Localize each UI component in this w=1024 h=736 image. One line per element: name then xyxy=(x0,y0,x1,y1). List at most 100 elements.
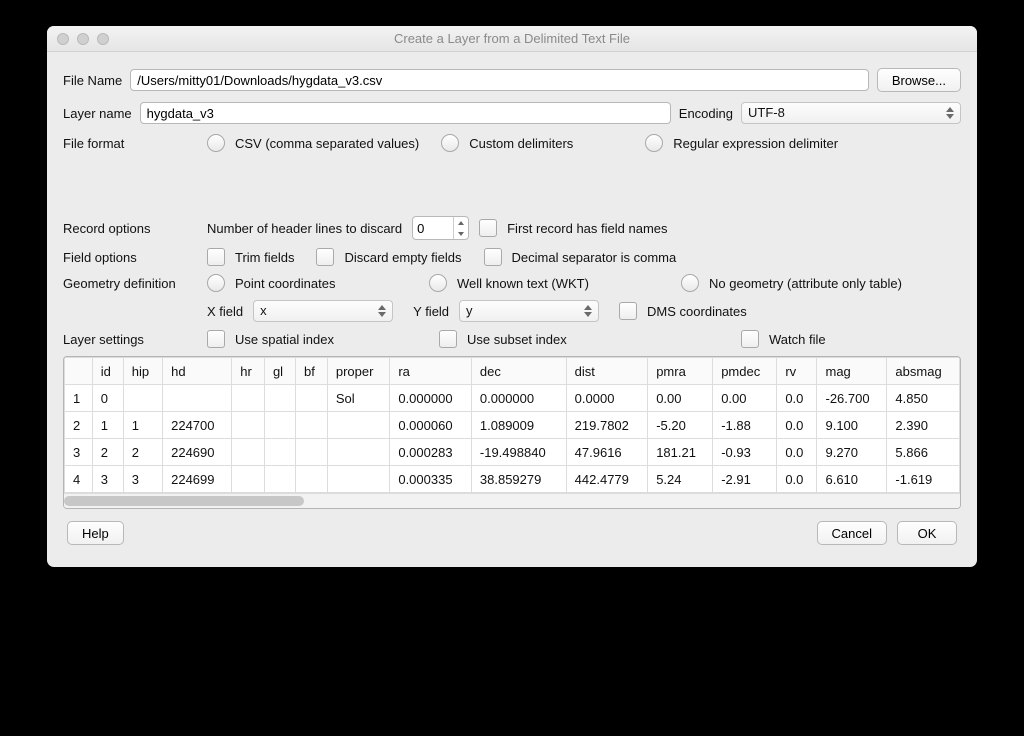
radio-point-coords[interactable] xyxy=(207,274,225,292)
table-cell: 1 xyxy=(65,385,93,412)
column-header[interactable]: dec xyxy=(471,358,566,385)
table-cell: 0.0 xyxy=(777,385,817,412)
chevron-down-icon xyxy=(378,312,386,317)
record-options-row: Record options Number of header lines to… xyxy=(63,216,961,240)
column-header[interactable]: proper xyxy=(327,358,389,385)
table-cell: 0 xyxy=(92,385,123,412)
column-header[interactable]: ra xyxy=(390,358,472,385)
geometry-definition-row: Geometry definition Point coordinates We… xyxy=(63,274,961,292)
column-header[interactable]: pmdec xyxy=(713,358,777,385)
check-dms-coordinates[interactable] xyxy=(619,302,637,320)
check-spatial-index[interactable] xyxy=(207,330,225,348)
column-header[interactable]: bf xyxy=(295,358,327,385)
column-header[interactable]: dist xyxy=(566,358,648,385)
scrollbar-thumb[interactable] xyxy=(64,496,304,506)
radio-regex-delim[interactable] xyxy=(645,134,663,152)
table-cell xyxy=(295,412,327,439)
table-cell: -0.93 xyxy=(713,439,777,466)
table-cell: 0.000335 xyxy=(390,466,472,493)
file-name-row: File Name Browse... xyxy=(63,68,961,92)
table-cell: 219.7802 xyxy=(566,412,648,439)
layer-name-label: Layer name xyxy=(63,106,132,121)
discard-lines-input[interactable] xyxy=(413,221,453,236)
table-cell: 0.000283 xyxy=(390,439,472,466)
titlebar: Create a Layer from a Delimited Text Fil… xyxy=(47,26,977,52)
browse-button[interactable]: Browse... xyxy=(877,68,961,92)
table-cell: 224690 xyxy=(163,439,232,466)
table-row[interactable]: 4332246990.00033538.859279442.47795.24-2… xyxy=(65,466,960,493)
field-options-label: Field options xyxy=(63,250,193,265)
table-row[interactable]: 3222246900.000283-19.49884047.9616181.21… xyxy=(65,439,960,466)
chevron-up-icon xyxy=(584,305,592,310)
spinner-down-icon[interactable] xyxy=(454,228,468,239)
record-options-label: Record options xyxy=(63,221,193,236)
decimal-comma-label: Decimal separator is comma xyxy=(512,250,677,265)
spinner-up-icon[interactable] xyxy=(454,217,468,228)
subset-index-label: Use subset index xyxy=(467,332,567,347)
file-format-label: File format xyxy=(63,136,193,151)
column-header[interactable]: gl xyxy=(264,358,295,385)
table-cell: 181.21 xyxy=(648,439,713,466)
column-header[interactable]: hr xyxy=(232,358,265,385)
preview-table: idhiphdhrglbfproperradecdistpmrapmdecrvm… xyxy=(64,357,960,493)
horizontal-scrollbar[interactable] xyxy=(64,493,960,508)
ok-button[interactable]: OK xyxy=(897,521,957,545)
dms-label: DMS coordinates xyxy=(647,304,747,319)
radio-regex-label: Regular expression delimiter xyxy=(673,136,838,151)
layer-settings-row: Layer settings Use spatial index Use sub… xyxy=(63,330,961,348)
table-cell: 0.000060 xyxy=(390,412,472,439)
radio-custom-delim[interactable] xyxy=(441,134,459,152)
column-header[interactable]: mag xyxy=(817,358,887,385)
discard-lines-spinner[interactable] xyxy=(412,216,469,240)
table-cell: 2.390 xyxy=(887,412,960,439)
radio-csv[interactable] xyxy=(207,134,225,152)
table-row[interactable]: 2112247000.0000601.089009219.7802-5.20-1… xyxy=(65,412,960,439)
wkt-label: Well known text (WKT) xyxy=(457,276,589,291)
table-cell: 2 xyxy=(92,439,123,466)
xy-field-row: X field x Y field y DMS coordinates xyxy=(63,300,961,322)
column-header[interactable]: rv xyxy=(777,358,817,385)
radio-no-geometry[interactable] xyxy=(681,274,699,292)
help-button[interactable]: Help xyxy=(67,521,124,545)
column-header[interactable]: hd xyxy=(163,358,232,385)
file-name-input[interactable] xyxy=(130,69,869,91)
spatial-index-label: Use spatial index xyxy=(235,332,334,347)
table-row[interactable]: 10Sol0.0000000.0000000.00000.000.000.0-2… xyxy=(65,385,960,412)
table-cell: 3 xyxy=(123,466,162,493)
xfield-select[interactable]: x xyxy=(253,300,393,322)
table-cell xyxy=(327,412,389,439)
radio-csv-label: CSV (comma separated values) xyxy=(235,136,419,151)
column-header[interactable]: hip xyxy=(123,358,162,385)
table-cell xyxy=(232,439,265,466)
table-cell: 9.270 xyxy=(817,439,887,466)
xfield-label: X field xyxy=(207,304,243,319)
layer-name-row: Layer name Encoding UTF-8 xyxy=(63,102,961,124)
check-subset-index[interactable] xyxy=(439,330,457,348)
check-discard-empty[interactable] xyxy=(316,248,334,266)
xfield-value: x xyxy=(260,303,267,318)
encoding-select[interactable]: UTF-8 xyxy=(741,102,961,124)
cancel-button[interactable]: Cancel xyxy=(817,521,887,545)
check-watch-file[interactable] xyxy=(741,330,759,348)
column-header[interactable]: id xyxy=(92,358,123,385)
radio-wkt[interactable] xyxy=(429,274,447,292)
column-header[interactable]: absmag xyxy=(887,358,960,385)
column-header[interactable] xyxy=(65,358,93,385)
watch-file-label: Watch file xyxy=(769,332,826,347)
table-cell: 1 xyxy=(92,412,123,439)
check-decimal-comma[interactable] xyxy=(484,248,502,266)
table-cell: 0.0 xyxy=(777,412,817,439)
dialog-footer: Help Cancel OK xyxy=(63,509,961,561)
check-first-record-field-names[interactable] xyxy=(479,219,497,237)
point-coords-label: Point coordinates xyxy=(235,276,335,291)
layer-name-input[interactable] xyxy=(140,102,671,124)
layer-settings-label: Layer settings xyxy=(63,332,193,347)
table-cell: 3 xyxy=(92,466,123,493)
table-cell: 38.859279 xyxy=(471,466,566,493)
yfield-select[interactable]: y xyxy=(459,300,599,322)
column-header[interactable]: pmra xyxy=(648,358,713,385)
chevron-down-icon xyxy=(946,114,954,119)
trim-fields-label: Trim fields xyxy=(235,250,294,265)
file-name-label: File Name xyxy=(63,73,122,88)
check-trim-fields[interactable] xyxy=(207,248,225,266)
